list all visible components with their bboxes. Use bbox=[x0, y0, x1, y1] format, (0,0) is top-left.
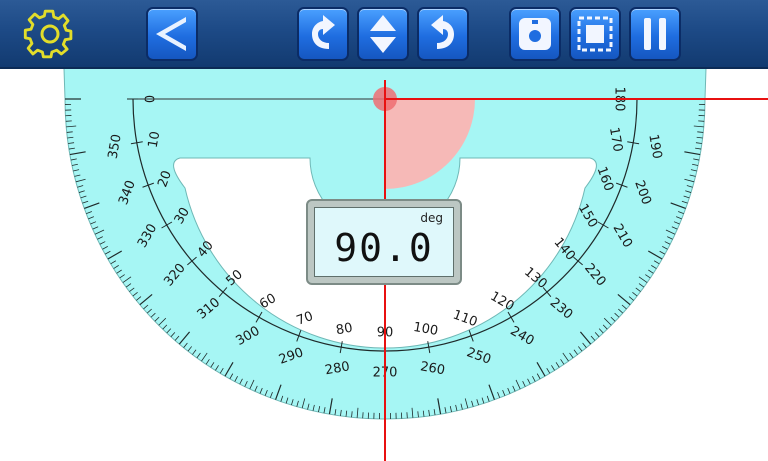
inner-label: 10 bbox=[146, 130, 164, 149]
pause-button[interactable] bbox=[629, 7, 681, 61]
flip-button[interactable] bbox=[357, 7, 409, 61]
rotate-right-icon bbox=[431, 15, 454, 49]
camera-button[interactable] bbox=[509, 7, 561, 61]
angle-sector bbox=[385, 99, 475, 189]
angle-readout-display: deg 90.0 bbox=[306, 199, 462, 285]
crop-button[interactable] bbox=[569, 7, 621, 61]
settings-button[interactable] bbox=[22, 8, 78, 60]
rotate-left-button[interactable] bbox=[297, 7, 349, 61]
collapse-button[interactable] bbox=[146, 7, 198, 61]
angle-unit: deg bbox=[420, 211, 443, 225]
rotate-left-icon bbox=[312, 15, 335, 49]
inner-label: 70 bbox=[295, 309, 316, 329]
toolbar bbox=[0, 0, 768, 69]
camera-icon bbox=[519, 18, 551, 50]
inner-label: 80 bbox=[335, 321, 354, 339]
pause-icon bbox=[644, 18, 666, 50]
crop-frame-icon bbox=[577, 16, 613, 52]
up-down-arrows-icon bbox=[370, 15, 396, 53]
angle-value: 90.0 bbox=[334, 226, 434, 270]
inner-label: 110 bbox=[451, 308, 479, 331]
rotate-right-button[interactable] bbox=[417, 7, 469, 61]
gear-icon bbox=[23, 9, 73, 59]
lcd-screen: deg 90.0 bbox=[314, 207, 454, 277]
inner-label: 100 bbox=[412, 320, 439, 339]
angle-left-icon bbox=[156, 17, 186, 51]
